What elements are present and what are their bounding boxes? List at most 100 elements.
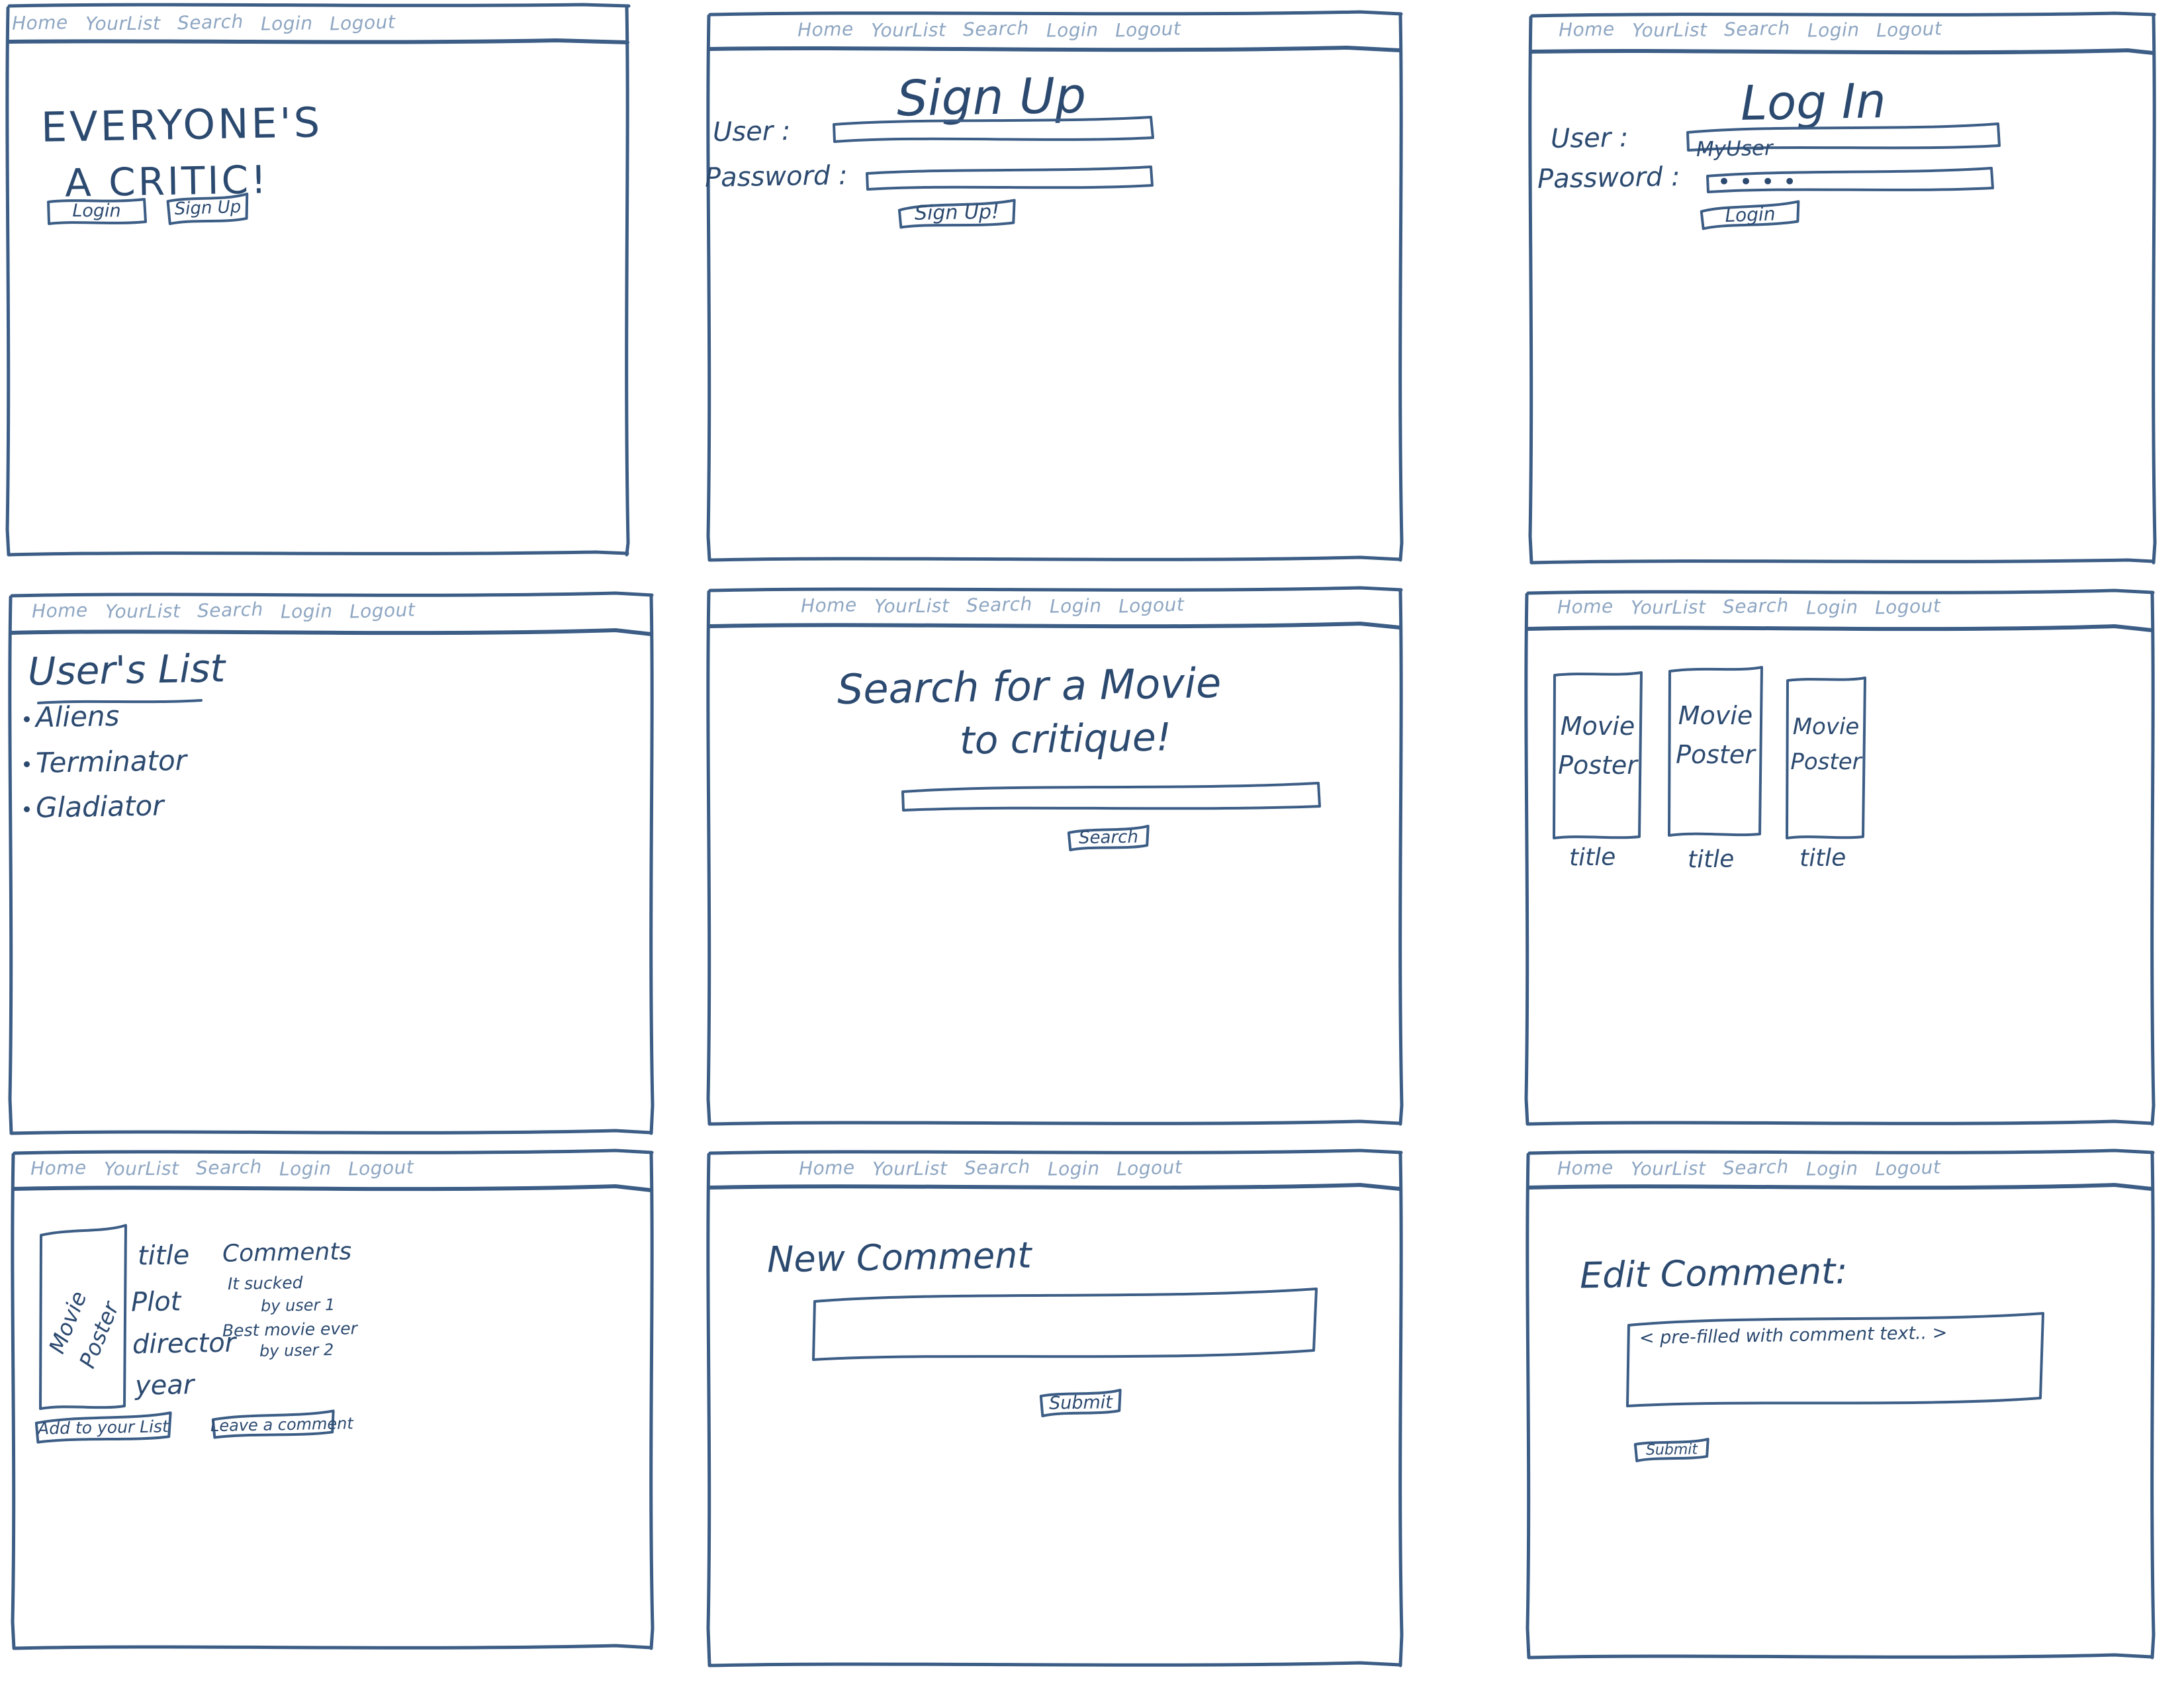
login-password-label: Password : <box>1537 162 1680 195</box>
result-card-poster[interactable]: Movie Poster <box>1784 675 1868 841</box>
nav-item-search[interactable]: Search <box>177 11 244 34</box>
nav-item-yourlist[interactable]: YourList <box>1632 19 1707 42</box>
nav-item-logout[interactable]: Logout <box>330 11 396 34</box>
list-item[interactable]: Aliens <box>36 700 120 733</box>
navbar: Home YourList Search Login Logout <box>799 1156 1183 1180</box>
panel-search: Home YourList Search Login Logout Search… <box>698 569 1479 1145</box>
login-button-label: Login <box>72 200 121 221</box>
nav-item-home[interactable]: Home <box>12 11 68 34</box>
nav-item-home[interactable]: Home <box>801 594 857 617</box>
nav-item-yourlist[interactable]: YourList <box>1631 596 1706 619</box>
nav-item-yourlist[interactable]: YourList <box>1631 1158 1706 1180</box>
result-card-poster[interactable]: Movie Poster <box>1551 670 1645 841</box>
list-item[interactable]: Gladiator <box>36 789 164 823</box>
login-username-label: User : <box>1550 122 1629 155</box>
login-username-value: MyUser <box>1696 136 1774 162</box>
result-card-poster-text: Movie Poster <box>1558 712 1637 780</box>
nav-item-yourlist[interactable]: YourList <box>105 600 181 623</box>
result-card-poster-text: Movie Poster <box>1676 701 1755 769</box>
nav-item-yourlist[interactable]: YourList <box>872 1158 948 1180</box>
comment-author: by user 1 <box>260 1295 336 1315</box>
edit-comment-submit-button[interactable]: Submit <box>1633 1437 1711 1464</box>
nav-item-login[interactable]: Login <box>1050 594 1102 617</box>
new-comment-submit-button[interactable]: Submit <box>1038 1388 1124 1419</box>
leave-comment-label: Leave a comment <box>210 1414 354 1436</box>
signup-submit-label: Sign Up! <box>914 200 1000 225</box>
signup-username-label: User : <box>712 115 791 148</box>
nav-item-login[interactable]: Login <box>261 12 313 34</box>
navbar: Home YourList Search Login Logout <box>32 598 416 623</box>
nav-item-yourlist[interactable]: YourList <box>85 13 161 35</box>
nav-item-search[interactable]: Search <box>1724 17 1791 41</box>
nav-item-yourlist[interactable]: YourList <box>874 595 950 618</box>
list-bullet <box>24 716 30 722</box>
login-username-field[interactable]: MyUser <box>1684 120 2002 162</box>
edit-comment-textarea[interactable]: < pre-filled with comment text.. > <box>1623 1311 2047 1411</box>
result-card-title: title <box>1687 845 1735 874</box>
signup-password-label: Password : <box>704 160 848 193</box>
nav-item-logout[interactable]: Logout <box>1875 1156 1941 1180</box>
result-card-poster[interactable]: Movie Poster <box>1666 665 1765 838</box>
list-bullet <box>24 806 30 812</box>
nav-item-home[interactable]: Home <box>799 1156 855 1180</box>
nav-item-logout[interactable]: Logout <box>1115 17 1181 41</box>
nav-item-login[interactable]: Login <box>1806 1157 1858 1180</box>
edit-comment-title: Edit Comment: <box>1579 1250 1848 1297</box>
nav-item-logout[interactable]: Logout <box>1118 593 1185 617</box>
nav-item-search[interactable]: Search <box>963 17 1030 41</box>
new-comment-textarea[interactable] <box>809 1286 1320 1365</box>
login-password-field[interactable]: •••• <box>1704 165 1995 196</box>
nav-item-search[interactable]: Search <box>197 598 264 622</box>
panel-signup: Home YourList Search Login Logout Sign U… <box>698 0 1479 569</box>
nav-item-search[interactable]: Search <box>1723 594 1790 618</box>
nav-item-yourlist[interactable]: YourList <box>871 19 946 42</box>
movie-field-director: director <box>132 1327 236 1360</box>
nav-item-login[interactable]: Login <box>1806 596 1858 618</box>
nav-item-login[interactable]: Login <box>1048 1157 1100 1180</box>
nav-item-login[interactable]: Login <box>279 1157 332 1180</box>
nav-item-home[interactable]: Home <box>1557 1156 1614 1180</box>
panel-movie-detail: Home YourList Search Login Logout Movie … <box>0 1145 698 1688</box>
signup-password-field[interactable] <box>864 164 1155 193</box>
nav-item-logout[interactable]: Logout <box>348 1156 414 1180</box>
nav-item-logout[interactable]: Logout <box>1116 1156 1183 1180</box>
result-card-title: title <box>1569 843 1616 872</box>
signup-button-label: Sign Up <box>174 197 242 220</box>
login-button[interactable]: Login <box>45 195 148 227</box>
panel-search-results: Home YourList Search Login Logout Movie … <box>1479 569 2184 1145</box>
nav-item-home[interactable]: Home <box>797 18 854 41</box>
search-input[interactable] <box>899 780 1322 814</box>
nav-item-search[interactable]: Search <box>196 1156 263 1180</box>
navbar: Home YourList Search Login Logout <box>801 593 1185 618</box>
nav-item-logout[interactable]: Logout <box>349 598 416 622</box>
movie-poster: Movie Poster <box>37 1223 130 1412</box>
nav-item-search[interactable]: Search <box>1723 1156 1790 1180</box>
nav-item-login[interactable]: Login <box>1807 19 1860 41</box>
signup-username-field[interactable] <box>831 114 1155 146</box>
signup-button[interactable]: Sign Up <box>165 191 251 226</box>
nav-item-search[interactable]: Search <box>966 593 1033 617</box>
comments-heading: Comments <box>222 1238 352 1268</box>
search-submit-button[interactable]: Search <box>1066 823 1152 853</box>
nav-item-home[interactable]: Home <box>32 599 88 622</box>
nav-item-login[interactable]: Login <box>281 600 333 622</box>
add-to-list-button[interactable]: Add to your List <box>33 1410 174 1446</box>
comment-text: Best movie ever <box>222 1319 358 1340</box>
nav-item-logout[interactable]: Logout <box>1875 594 1941 618</box>
signup-submit-button[interactable]: Sign Up! <box>897 196 1018 230</box>
comment-author: by user 2 <box>259 1340 334 1360</box>
nav-item-logout[interactable]: Logout <box>1876 17 1942 41</box>
nav-item-yourlist[interactable]: YourList <box>104 1158 179 1180</box>
panel-home: Home YourList Search Login Logout EVERYO… <box>0 0 698 569</box>
list-item[interactable]: Terminator <box>36 744 187 779</box>
nav-item-login[interactable]: Login <box>1046 19 1099 41</box>
movie-field-year: year <box>134 1370 195 1401</box>
leave-comment-button[interactable]: Leave a comment <box>210 1409 354 1441</box>
nav-item-home[interactable]: Home <box>1559 18 1615 41</box>
nav-item-search[interactable]: Search <box>964 1156 1031 1180</box>
edit-comment-submit-label: Submit <box>1645 1441 1698 1459</box>
nav-item-home[interactable]: Home <box>1557 595 1614 618</box>
nav-item-home[interactable]: Home <box>30 1156 87 1180</box>
login-submit-button[interactable]: Login <box>1698 199 1801 231</box>
navbar: Home YourList Search Login Logout <box>1557 1156 1942 1180</box>
